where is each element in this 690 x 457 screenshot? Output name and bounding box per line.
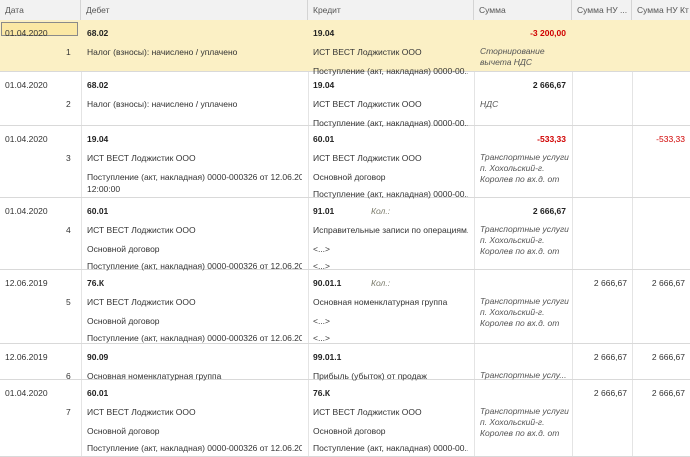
posting-content[interactable]: Королев по вх.д. от: [480, 246, 572, 257]
amount-value[interactable]: -533,33: [478, 134, 566, 145]
row-number: 3: [66, 153, 71, 163]
posting-content[interactable]: вычета НДС: [480, 57, 572, 68]
credit-subconto[interactable]: Основной договор: [313, 172, 468, 183]
credit-subconto[interactable]: ИСТ ВЕСТ Лоджистик ООО: [313, 153, 468, 164]
row-number: 1: [66, 47, 71, 57]
table-row[interactable]: 01.04.2020 4 60.01 ИСТ ВЕСТ Лоджистик ООО Ос…: [0, 198, 690, 271]
row-number: 4: [66, 225, 71, 235]
posting-content[interactable]: п. Хохольский-г.: [480, 417, 572, 428]
posting-content[interactable]: НДС: [480, 99, 572, 110]
row-number: 7: [66, 407, 71, 417]
posting-content[interactable]: п. Хохольский-г.: [480, 307, 572, 318]
amount-value[interactable]: 2 666,67: [478, 80, 566, 91]
posting-content[interactable]: Королев по вх.д. от: [480, 428, 572, 439]
debit-subconto[interactable]: ИСТ ВЕСТ Лоджистик ООО: [87, 407, 302, 418]
posting-content[interactable]: Королев по вх.д. от: [480, 174, 572, 185]
column-header-credit[interactable]: Кредит: [308, 0, 474, 20]
debit-account[interactable]: 60.01: [87, 206, 302, 217]
posting-content[interactable]: Королев по вх.д. от: [480, 318, 572, 329]
posting-content[interactable]: Транспортные услуги: [480, 406, 572, 417]
sum-nu-kt-value[interactable]: 2 666,67: [634, 352, 685, 363]
debit-account[interactable]: 68.02: [87, 80, 302, 91]
credit-account[interactable]: 19.04: [313, 28, 468, 39]
credit-subconto[interactable]: Основной договор: [313, 426, 468, 437]
debit-subconto[interactable]: Основной договор: [87, 316, 302, 327]
posting-content[interactable]: Транспортные услуги: [480, 296, 572, 307]
table-header: Дата Дебет Кредит Сумма Сумма НУ ... Сум…: [0, 0, 690, 21]
row-date[interactable]: 01.04.2020: [5, 388, 75, 399]
row-date[interactable]: 01.04.2020: [5, 134, 75, 145]
debit-subconto[interactable]: ИСТ ВЕСТ Лоджистик ООО: [87, 225, 302, 236]
credit-subconto[interactable]: ИСТ ВЕСТ Лоджистик ООО: [313, 99, 468, 110]
row-number: 2: [66, 99, 71, 109]
column-header-sum-nu-dt[interactable]: Сумма НУ ...: [572, 0, 632, 20]
table-row[interactable]: 12.06.2019 6 90.09 Основная номенклатурная …: [0, 344, 690, 381]
debit-subconto[interactable]: Налог (взносы): начислено / уплачено: [87, 47, 302, 58]
amount-value[interactable]: 2 666,67: [478, 206, 566, 217]
credit-subconto[interactable]: Исправительные записи по операциям...: [313, 225, 468, 236]
row-date[interactable]: 01.04.2020: [5, 206, 75, 217]
posting-content[interactable]: Транспортные услуги: [480, 224, 572, 235]
posting-content[interactable]: п. Хохольский-г.: [480, 163, 572, 174]
table-row[interactable]: 12.06.2019 5 76.К ИСТ ВЕСТ Лоджистик ООО Осн…: [0, 270, 690, 344]
amount-value[interactable]: -3 200,00: [478, 28, 566, 39]
credit-subconto[interactable]: <...>: [313, 316, 468, 327]
row-date[interactable]: 12.06.2019: [5, 278, 75, 289]
debit-subconto[interactable]: ИСТ ВЕСТ Лоджистик ООО: [87, 153, 302, 164]
credit-account[interactable]: 99.01.1: [313, 352, 468, 363]
credit-account[interactable]: 76.К: [313, 388, 468, 399]
quantity-label: Кол.:: [371, 278, 391, 288]
debit-account[interactable]: 60.01: [87, 388, 302, 399]
column-header-sum[interactable]: Сумма: [474, 0, 572, 20]
debit-account[interactable]: 68.02: [87, 28, 302, 39]
postings-table[interactable]: Дата Дебет Кредит Сумма Сумма НУ ... Сум…: [0, 0, 690, 457]
debit-subconto[interactable]: Основной договор: [87, 426, 302, 437]
debit-subconto[interactable]: Поступление (акт, накладная) 0000-000326…: [87, 172, 302, 183]
debit-account[interactable]: 19.04: [87, 134, 302, 145]
debit-subconto[interactable]: Поступление (акт, накладная) 0000-000326…: [87, 443, 302, 454]
row-date[interactable]: 01.04.2020: [5, 28, 75, 39]
column-header-debit[interactable]: Дебет: [81, 0, 308, 20]
row-number: 5: [66, 297, 71, 307]
credit-subconto[interactable]: <...>: [313, 244, 468, 255]
row-date[interactable]: 12.06.2019: [5, 352, 75, 363]
sum-nu-dt-value[interactable]: 2 666,67: [574, 352, 627, 363]
debit-subconto[interactable]: Поступление (акт, накладная) 0000-000326…: [87, 333, 302, 344]
debit-subconto[interactable]: Основной договор: [87, 244, 302, 255]
table-row[interactable]: 01.04.2020 1 68.02 Налог (взносы): начислен…: [0, 20, 690, 76]
posting-content[interactable]: Сторнирование: [480, 46, 572, 57]
credit-subconto[interactable]: ИСТ ВЕСТ Лоджистик ООО: [313, 407, 468, 418]
sum-nu-dt-value[interactable]: 2 666,67: [574, 388, 627, 399]
column-header-sum-nu-kt[interactable]: Сумма НУ Кт: [632, 0, 690, 20]
credit-account[interactable]: 60.01: [313, 134, 468, 145]
table-row[interactable]: 01.04.2020 7 60.01 ИСТ ВЕСТ Лоджистик ООО Ос…: [0, 380, 690, 457]
sum-nu-dt-value[interactable]: 2 666,67: [574, 278, 627, 289]
debit-account[interactable]: 90.09: [87, 352, 302, 363]
sum-nu-kt-value[interactable]: -533,33: [634, 134, 685, 145]
sum-nu-kt-value[interactable]: 2 666,67: [634, 278, 685, 289]
quantity-label: Кол.:: [371, 206, 391, 216]
debit-subconto[interactable]: Налог (взносы): начислено / уплачено: [87, 99, 302, 110]
debit-subconto[interactable]: 12:00:00: [87, 184, 302, 195]
credit-subconto[interactable]: Основная номенклатурная группа: [313, 297, 468, 308]
row-date[interactable]: 01.04.2020: [5, 80, 75, 91]
table-row[interactable]: 01.04.2020 2 68.02 Налог (взносы): начислен…: [0, 72, 690, 128]
credit-subconto[interactable]: Поступление (акт, накладная) 0000-00...: [313, 443, 468, 454]
sum-nu-kt-value[interactable]: 2 666,67: [634, 388, 685, 399]
posting-content[interactable]: Транспортные услуги: [480, 152, 572, 163]
table-row[interactable]: 01.04.2020 3 19.04 ИСТ ВЕСТ Лоджистик ООО По…: [0, 126, 690, 199]
debit-subconto[interactable]: ИСТ ВЕСТ Лоджистик ООО: [87, 297, 302, 308]
column-header-date[interactable]: Дата: [0, 0, 81, 20]
debit-account[interactable]: 76.К: [87, 278, 302, 289]
posting-content[interactable]: п. Хохольский-г.: [480, 235, 572, 246]
credit-subconto[interactable]: <...>: [313, 333, 468, 344]
credit-subconto[interactable]: ИСТ ВЕСТ Лоджистик ООО: [313, 47, 468, 58]
credit-account[interactable]: 19.04: [313, 80, 468, 91]
